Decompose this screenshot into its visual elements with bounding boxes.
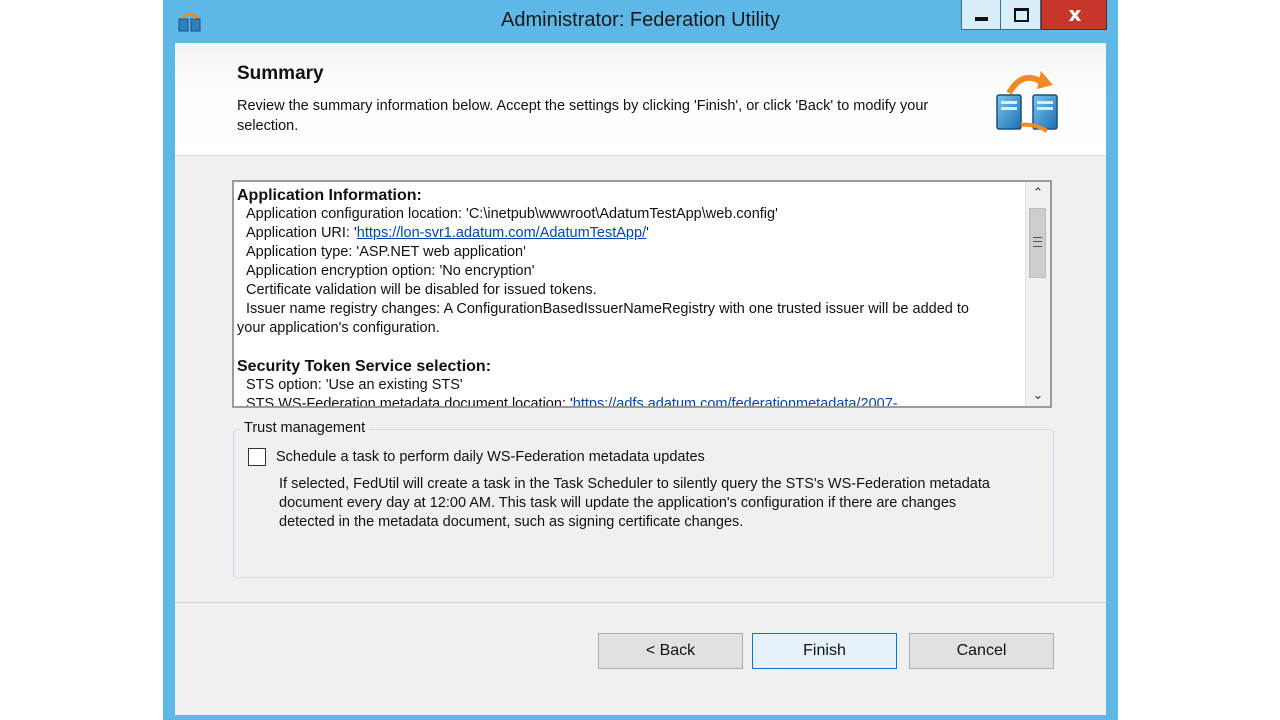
sts-metadata-label: STS WS-Federation metadata document loca… <box>246 396 573 408</box>
app-uri-label: Application URI: ' <box>246 225 357 241</box>
summary-content: Application Information: Application con… <box>237 186 1022 408</box>
footer-divider <box>175 602 1106 603</box>
finish-button[interactable]: Finish <box>752 633 897 669</box>
maximize-icon <box>1014 8 1029 22</box>
grip-icon <box>1033 237 1042 247</box>
close-button[interactable]: x <box>1041 0 1107 30</box>
app-info-heading: Application Information: <box>237 187 422 204</box>
app-uri-line: Application URI: 'https://lon-svr1.adatu… <box>237 224 1022 243</box>
scroll-up-arrow-icon[interactable]: ⌃ <box>1026 182 1050 204</box>
summary-scrollbar[interactable]: ⌃ ⌄ <box>1025 182 1050 406</box>
app-type: Application type: 'ASP.NET web applicati… <box>246 244 526 260</box>
sts-metadata-link[interactable]: https://adfs.adatum.com/federationmetada… <box>573 396 898 406</box>
summary-text-box[interactable]: Application Information: Application con… <box>232 180 1052 408</box>
app-uri-suffix: ' <box>646 225 649 241</box>
page-description: Review the summary information below. Ac… <box>237 98 929 134</box>
scroll-down-arrow-icon[interactable]: ⌄ <box>1026 384 1050 406</box>
wizard-client-area: Summary Review the summary information b… <box>175 43 1106 715</box>
schedule-task-checkbox[interactable] <box>248 448 266 466</box>
minimize-icon <box>975 17 988 21</box>
title-bar[interactable]: Administrator: Federation Utility x <box>163 0 1118 42</box>
wizard-header: Summary Review the summary information b… <box>175 43 1106 156</box>
sts-heading: Security Token Service selection: <box>237 358 492 375</box>
sts-metadata-line: STS WS-Federation metadata document loca… <box>237 395 1022 408</box>
minimize-button[interactable] <box>961 0 1001 30</box>
schedule-task-description: If selected, FedUtil will create a task … <box>279 476 990 530</box>
sts-option: STS option: 'Use an existing STS' <box>246 377 463 393</box>
app-config-location: Application configuration location: 'C:\… <box>246 206 778 222</box>
scroll-thumb[interactable] <box>1029 208 1046 278</box>
trust-management-title: Trust management <box>240 420 370 436</box>
back-button[interactable]: < Back <box>598 633 743 669</box>
issuer-registry-line1: Issuer name registry changes: A Configur… <box>246 301 969 317</box>
federation-icon <box>996 71 1058 133</box>
maximize-button[interactable] <box>1001 0 1041 30</box>
cert-validation: Certificate validation will be disabled … <box>246 282 597 298</box>
app-uri-link[interactable]: https://lon-svr1.adatum.com/AdatumTestAp… <box>357 225 646 241</box>
app-encryption: Application encryption option: 'No encry… <box>246 263 535 279</box>
cancel-button[interactable]: Cancel <box>909 633 1054 669</box>
page-title: Summary <box>237 63 324 84</box>
close-icon: x <box>1068 2 1082 26</box>
schedule-task-label[interactable]: Schedule a task to perform daily WS-Fede… <box>276 449 705 465</box>
issuer-registry-line2: your application's configuration. <box>237 320 440 336</box>
